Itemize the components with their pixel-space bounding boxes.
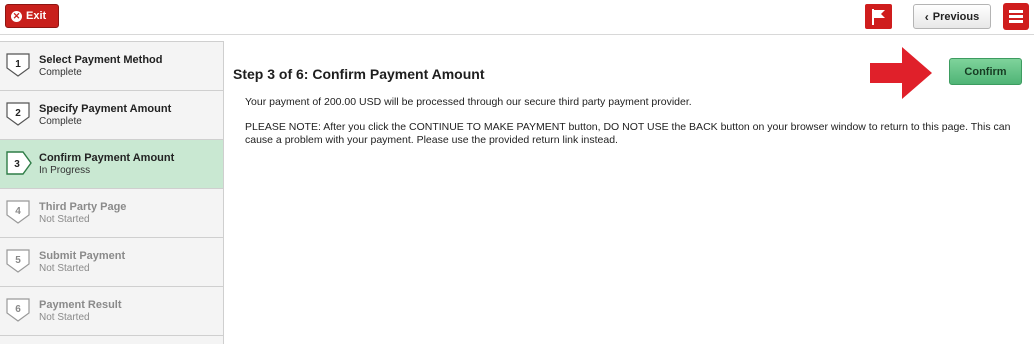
- step-title: Specify Payment Amount: [39, 103, 172, 115]
- close-icon: ✕: [11, 10, 22, 22]
- step-badge-icon: 2: [6, 102, 30, 126]
- step-badge-icon: 4: [6, 200, 30, 224]
- steps-sidebar: 1 Select Payment Method Complete 2 Speci…: [0, 41, 224, 344]
- confirm-button[interactable]: Confirm: [949, 58, 1022, 85]
- step-title: Payment Result: [39, 299, 122, 311]
- confirm-label: Confirm: [964, 65, 1007, 78]
- step-item-2[interactable]: 2 Specify Payment Amount Complete: [0, 91, 223, 140]
- flag-icon: [872, 9, 885, 25]
- payment-info-text: Your payment of 200.00 USD will be proce…: [245, 96, 692, 108]
- step-item-4[interactable]: 4 Third Party Page Not Started: [0, 189, 223, 238]
- step-badge-icon: 5: [6, 249, 30, 273]
- flag-button[interactable]: [865, 4, 892, 29]
- step-badge-icon: 3: [6, 151, 32, 175]
- warning-note-text: PLEASE NOTE: After you click the CONTINU…: [245, 121, 1011, 146]
- step-status: Not Started: [39, 312, 90, 323]
- svg-text:1: 1: [15, 59, 21, 70]
- top-toolbar: ✕ Exit ‹ Previous: [0, 0, 1034, 35]
- step-item-3[interactable]: 3 Confirm Payment Amount In Progress: [0, 140, 223, 189]
- hamburger-menu-icon: [1009, 10, 1023, 13]
- step-status: Not Started: [39, 263, 90, 274]
- svg-text:6: 6: [15, 304, 21, 315]
- svg-text:4: 4: [15, 206, 21, 217]
- step-item-1[interactable]: 1 Select Payment Method Complete: [0, 42, 223, 91]
- chevron-left-icon: ‹: [924, 9, 929, 24]
- exit-button[interactable]: ✕ Exit: [5, 4, 59, 28]
- step-item-5[interactable]: 5 Submit Payment Not Started: [0, 238, 223, 287]
- previous-label: Previous: [932, 10, 980, 23]
- step-title: Submit Payment: [39, 250, 126, 262]
- step-badge-icon: 1: [6, 53, 30, 77]
- svg-text:5: 5: [15, 255, 21, 266]
- step-title: Confirm Payment Amount: [39, 152, 175, 164]
- hamburger-menu-button[interactable]: [1003, 3, 1029, 30]
- svg-text:2: 2: [15, 108, 21, 119]
- step-badge-icon: 6: [6, 298, 30, 322]
- step-title: Select Payment Method: [39, 54, 163, 66]
- step-item-6[interactable]: 6 Payment Result Not Started: [0, 287, 223, 336]
- page-title: Step 3 of 6: Confirm Payment Amount: [233, 66, 485, 82]
- svg-text:3: 3: [14, 159, 20, 170]
- step-title: Third Party Page: [39, 201, 127, 213]
- step-status: Not Started: [39, 214, 90, 225]
- arrow-right-icon: [870, 47, 932, 99]
- step-status: In Progress: [39, 165, 91, 176]
- step-status: Complete: [39, 116, 82, 127]
- exit-label: Exit: [26, 10, 47, 22]
- step-status: Complete: [39, 67, 82, 78]
- previous-button[interactable]: ‹ Previous: [913, 4, 991, 29]
